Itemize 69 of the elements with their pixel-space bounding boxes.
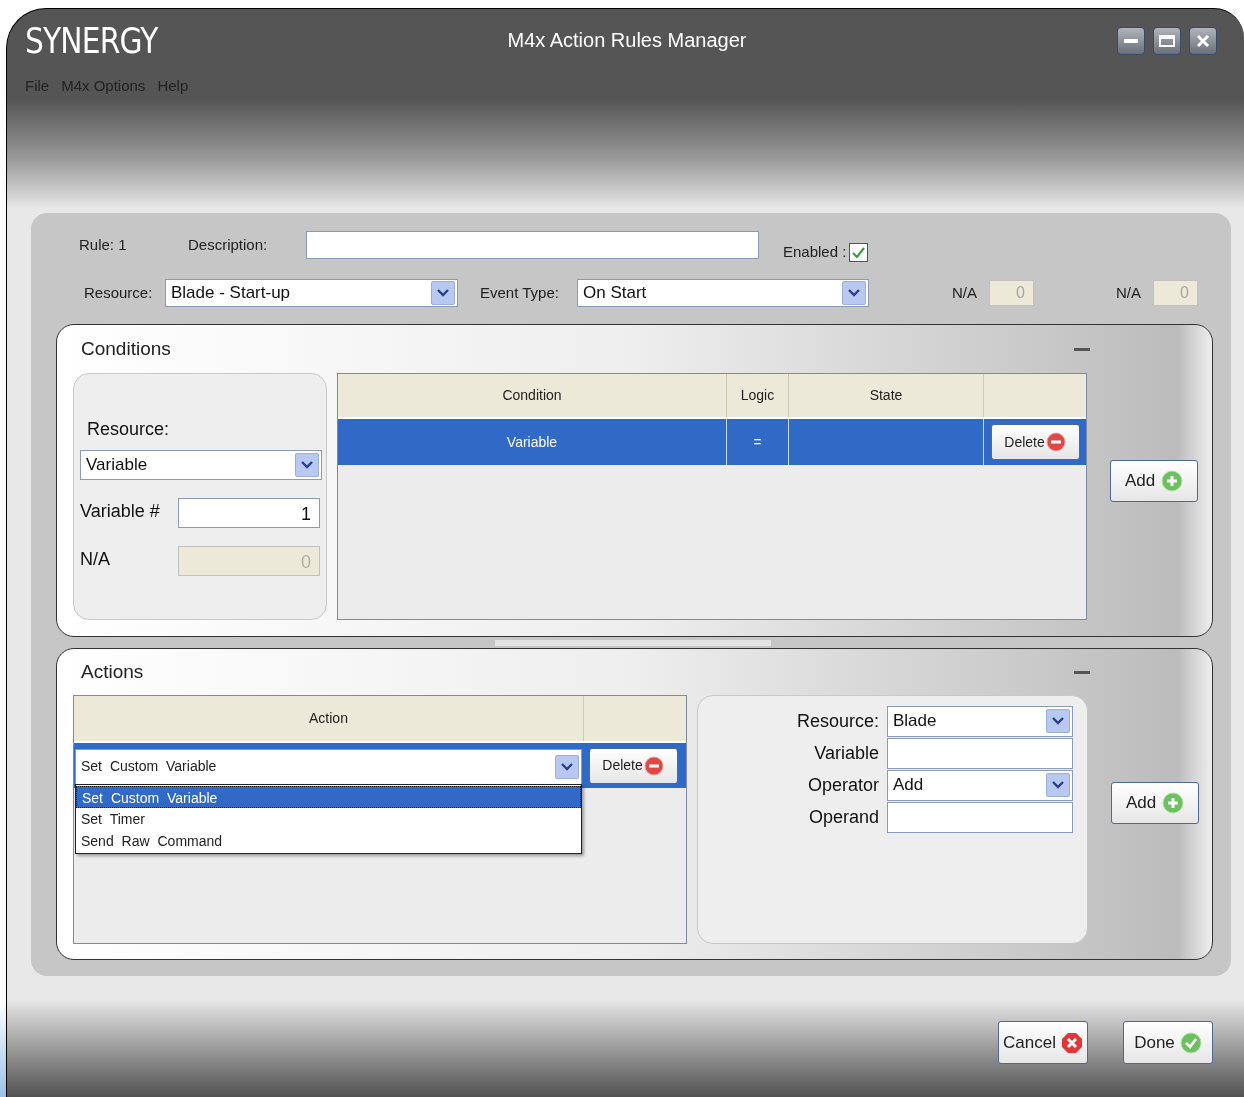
- resource-label: Resource:: [84, 282, 154, 303]
- maximize-button[interactable]: [1153, 27, 1181, 55]
- selected-value: Set Custom Variable: [81, 757, 218, 776]
- field-label: N/A: [80, 548, 111, 571]
- action-dropdown[interactable]: Set Custom Variable: [75, 748, 582, 785]
- event-type-dropdown[interactable]: On Start: [577, 279, 869, 307]
- rule-number: Rule: 1: [79, 234, 128, 255]
- description-field[interactable]: [306, 231, 759, 259]
- minimize-icon: [1124, 39, 1138, 43]
- selected-value: Blade: [893, 710, 938, 733]
- field-label: Operator: [806, 773, 880, 797]
- field-label: N/A: [1116, 282, 1142, 303]
- logo: SYNERGY: [25, 21, 158, 61]
- disabled-field: 0: [177, 546, 320, 576]
- input-field[interactable]: 1: [177, 498, 320, 528]
- field-label: Operand: [807, 805, 880, 829]
- selected-value: On Start: [583, 282, 648, 305]
- add-icon: [1162, 792, 1185, 814]
- field-label: Variable #: [80, 500, 161, 523]
- cancel-button[interactable]: Cancel: [998, 1021, 1088, 1064]
- cancel-icon: [1060, 1031, 1083, 1054]
- column-header[interactable]: Condition: [338, 374, 727, 417]
- dropdown-option[interactable]: Set Custom Variable: [76, 786, 581, 808]
- enabled-label: Enabled :: [783, 241, 847, 262]
- event-type-label: Event Type:: [480, 282, 560, 303]
- maximize-icon: [1159, 35, 1175, 47]
- field-label: Resource:: [795, 709, 880, 733]
- dropdown-option[interactable]: Set Timer: [76, 808, 581, 830]
- minimize-button[interactable]: [1117, 27, 1145, 55]
- selected-value: Variable: [86, 454, 149, 477]
- delete-button[interactable]: Delete: [588, 747, 678, 784]
- add-icon: [1161, 470, 1184, 492]
- dropdown-option[interactable]: Send Raw Command: [76, 830, 581, 852]
- close-icon: [1196, 34, 1210, 48]
- add-button[interactable]: Add: [1110, 460, 1198, 502]
- resource-dropdown[interactable]: Variable: [80, 450, 322, 480]
- column-header[interactable]: Logic: [727, 374, 789, 417]
- table-cell-text: =: [753, 432, 762, 452]
- delete-icon: [1045, 432, 1066, 452]
- section-title: Conditions: [81, 336, 171, 361]
- input-field[interactable]: [887, 737, 1073, 769]
- field-label: Resource:: [86, 418, 171, 441]
- disabled-field: 0: [989, 280, 1034, 306]
- delete-icon: [643, 755, 664, 776]
- selected-value: Blade - Start-up: [171, 282, 292, 305]
- input-field[interactable]: [887, 801, 1073, 833]
- description-label: Description:: [188, 234, 269, 255]
- done-button[interactable]: Done: [1123, 1021, 1213, 1064]
- add-button[interactable]: Add: [1111, 782, 1199, 824]
- table-row[interactable]: Variable = Delete: [338, 419, 1086, 465]
- field-label: Variable: [813, 741, 880, 765]
- check-icon: [1179, 1031, 1202, 1054]
- column-header[interactable]: State: [789, 374, 984, 417]
- table-cell-text: Variable: [506, 432, 558, 452]
- resource-dropdown[interactable]: Blade - Start-up: [165, 279, 458, 307]
- collapse-icon[interactable]: [1074, 670, 1090, 674]
- field-label: N/A: [952, 282, 978, 303]
- disabled-field: 0: [1153, 280, 1198, 306]
- delete-button[interactable]: Delete: [990, 424, 1080, 460]
- dropdown[interactable]: Add: [887, 769, 1073, 801]
- selected-value: Add: [893, 774, 925, 797]
- splitter-handle[interactable]: [495, 639, 771, 646]
- section-title: Actions: [81, 659, 144, 684]
- dropdown[interactable]: Blade: [887, 705, 1073, 737]
- table-row[interactable]: Set Custom Variable Delete: [74, 743, 686, 788]
- window-title: M4x Action Rules Manager: [506, 28, 748, 53]
- enabled-checkbox[interactable]: [849, 242, 869, 262]
- close-button[interactable]: [1189, 27, 1217, 55]
- collapse-icon[interactable]: [1074, 347, 1090, 351]
